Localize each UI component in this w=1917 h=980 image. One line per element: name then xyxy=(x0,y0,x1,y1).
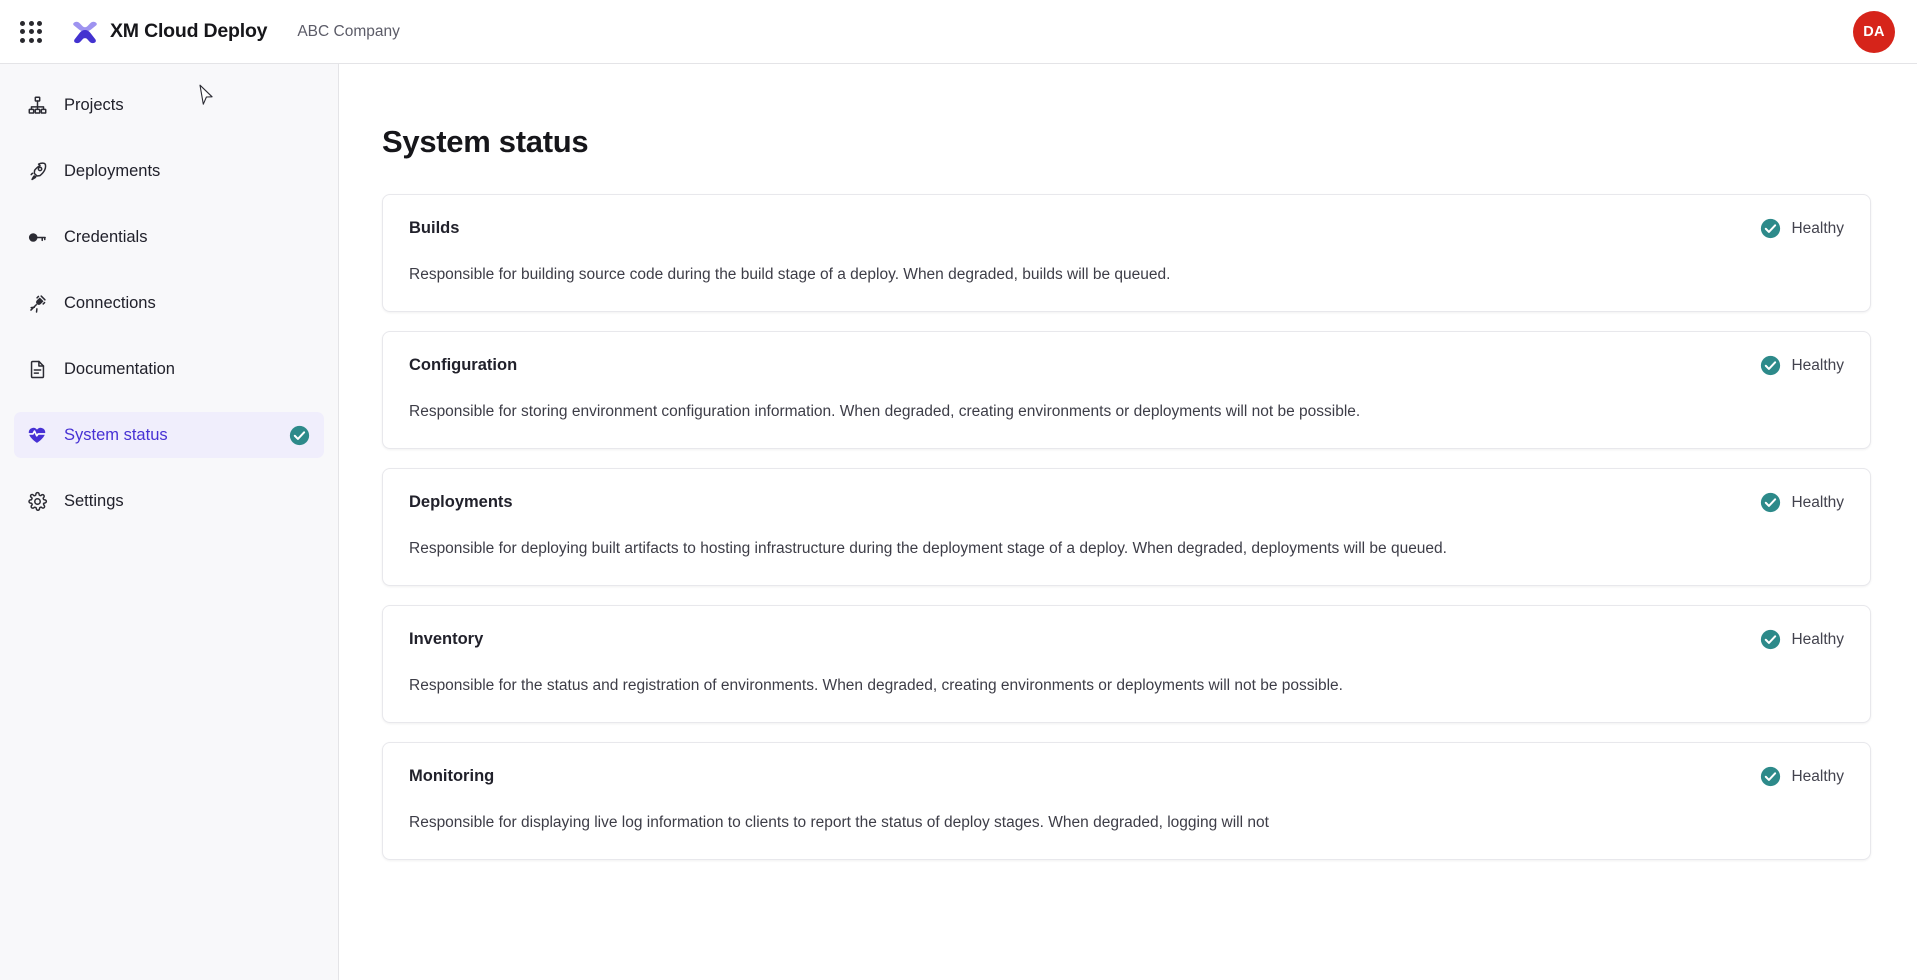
sidebar-item-settings[interactable]: Settings xyxy=(14,478,324,524)
brand-home-link[interactable]: XM Cloud Deploy xyxy=(70,17,268,47)
status-label: Healthy xyxy=(1791,630,1844,648)
user-avatar[interactable]: DA xyxy=(1853,10,1895,53)
status-badge: Healthy xyxy=(1760,355,1844,376)
sidebar-item-label: Projects xyxy=(64,95,124,114)
status-badge: Healthy xyxy=(1760,492,1844,513)
card-description: Responsible for storing environment conf… xyxy=(409,403,1361,421)
card-header: Inventory Healthy xyxy=(409,629,1844,650)
sidebar-item-label: Credentials xyxy=(64,227,148,246)
card-header: Deployments Healthy xyxy=(409,492,1844,513)
status-badge: Healthy xyxy=(1760,218,1844,239)
app-switcher-button[interactable] xyxy=(14,15,48,49)
card-header: Builds Healthy xyxy=(409,218,1844,239)
status-card-configuration: Configuration Healthy Responsible for st… xyxy=(382,331,1871,450)
main-content: System status Builds Healthy Responsible… xyxy=(339,64,1917,980)
sidebar-item-label: System status xyxy=(64,425,168,444)
status-label: Healthy xyxy=(1791,219,1844,237)
status-badge: Healthy xyxy=(1760,766,1844,787)
check-circle-icon xyxy=(1760,492,1781,513)
card-description: Responsible for the status and registrat… xyxy=(409,677,1343,695)
organization-name: ABC Company xyxy=(297,22,400,40)
page-title: System status xyxy=(382,124,589,159)
status-badge: Healthy xyxy=(1760,629,1844,650)
card-header: Monitoring Healthy xyxy=(409,766,1844,787)
status-card-builds: Builds Healthy Responsible for building … xyxy=(382,194,1871,313)
sidebar-item-deployments[interactable]: Deployments xyxy=(14,148,324,194)
card-title: Configuration xyxy=(409,356,518,375)
document-icon xyxy=(26,358,48,380)
sidebar-item-projects[interactable]: Projects xyxy=(14,82,324,128)
sitemap-icon xyxy=(26,94,48,116)
top-header: XM Cloud Deploy ABC Company DA xyxy=(0,0,1917,64)
sidebar-item-documentation[interactable]: Documentation xyxy=(14,346,324,392)
gear-icon xyxy=(26,490,48,512)
sidebar-item-label: Settings xyxy=(64,491,124,510)
plug-connect-icon xyxy=(26,292,48,314)
check-circle-icon xyxy=(1760,355,1781,376)
status-card-monitoring: Monitoring Healthy Responsible for displ… xyxy=(382,742,1871,861)
card-description: Responsible for building source code dur… xyxy=(409,266,1171,283)
key-icon xyxy=(26,226,48,248)
grid-apps-icon xyxy=(20,20,42,43)
sidebar-item-credentials[interactable]: Credentials xyxy=(14,214,324,260)
check-circle-icon xyxy=(1760,766,1781,787)
check-circle-icon xyxy=(1760,629,1781,650)
sidebar-item-system-status[interactable]: System status xyxy=(14,412,324,458)
card-title: Deployments xyxy=(409,493,513,512)
card-description: Responsible for displaying live log info… xyxy=(409,814,1269,832)
card-title: Builds xyxy=(409,219,460,237)
card-header: Configuration Healthy xyxy=(409,355,1844,376)
system-status-card-list: Builds Healthy Responsible for building … xyxy=(382,194,1871,861)
status-label: Healthy xyxy=(1791,356,1844,374)
status-card-deployments: Deployments Healthy Responsible for depl… xyxy=(382,468,1871,587)
status-label: Healthy xyxy=(1791,493,1844,511)
sidebar-item-label: Documentation xyxy=(64,359,175,378)
sidebar-item-label: Connections xyxy=(64,293,156,312)
body-row: Projects Deployments Credentials Connect… xyxy=(0,64,1917,980)
app-root: XM Cloud Deploy ABC Company DA Projects xyxy=(0,0,1917,980)
sidebar-nav: Projects Deployments Credentials Connect… xyxy=(0,64,339,980)
rocket-icon xyxy=(26,160,48,182)
product-name: XM Cloud Deploy xyxy=(110,20,268,42)
heart-pulse-icon xyxy=(26,424,48,446)
sidebar-item-connections[interactable]: Connections xyxy=(14,280,324,326)
xm-cloud-logo-icon xyxy=(70,17,100,47)
status-label: Healthy xyxy=(1791,767,1844,785)
card-title: Monitoring xyxy=(409,767,495,786)
card-description: Responsible for deploying built artifact… xyxy=(409,540,1447,558)
card-title: Inventory xyxy=(409,630,484,649)
check-circle-icon xyxy=(1760,218,1781,239)
sidebar-item-label: Deployments xyxy=(64,161,161,180)
check-circle-icon xyxy=(289,425,310,446)
status-card-inventory: Inventory Healthy Responsible for the st… xyxy=(382,605,1871,724)
